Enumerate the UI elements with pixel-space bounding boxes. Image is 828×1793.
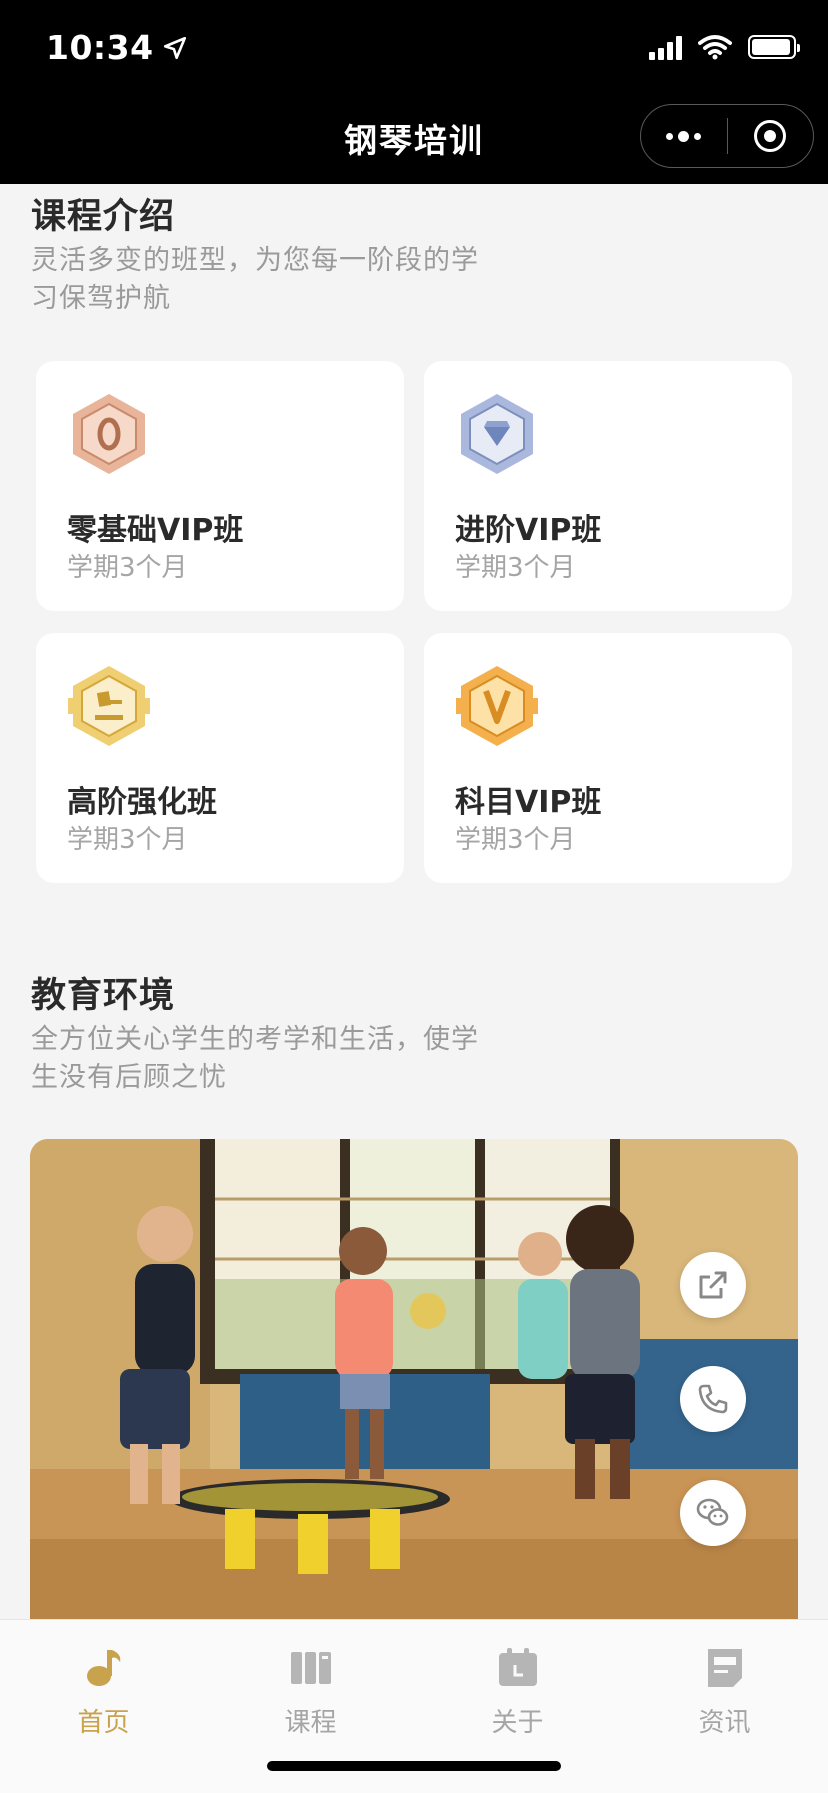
tab-label: 关于 xyxy=(491,1708,544,1738)
gavel-hexagon-icon xyxy=(68,666,150,746)
course-card-advanced[interactable]: 进阶VIP班 学期3个月 xyxy=(424,361,792,611)
course-term: 学期3个月 xyxy=(455,825,576,855)
course-name: 高阶强化班 xyxy=(67,785,217,820)
top-bar: 10:34 钢琴培训 xyxy=(0,0,828,184)
course-card-subject[interactable]: 科目VIP班 学期3个月 xyxy=(424,633,792,883)
course-name: 科目VIP班 xyxy=(455,785,602,820)
course-name: 进阶VIP班 xyxy=(455,513,602,548)
more-button[interactable] xyxy=(641,105,727,167)
course-term: 学期3个月 xyxy=(455,553,576,583)
environment-section-title: 教育环境 xyxy=(31,976,176,1016)
wechat-icon xyxy=(696,1498,729,1526)
signal-icon xyxy=(649,34,682,60)
books-icon xyxy=(290,1652,331,1684)
share-button[interactable] xyxy=(680,1252,746,1318)
environment-section-description: 全方位关心学生的考学和生活，使学生没有后顾之忧 xyxy=(31,1024,479,1093)
mini-program-capsule xyxy=(640,104,814,168)
more-dots-icon xyxy=(666,130,702,142)
tab-label: 课程 xyxy=(284,1708,337,1738)
battery-icon xyxy=(748,35,800,59)
course-name: 零基础VIP班 xyxy=(67,513,244,548)
music-note-icon xyxy=(86,1650,120,1686)
wechat-button[interactable] xyxy=(680,1480,746,1546)
course-card-high-level[interactable]: 高阶强化班 学期3个月 xyxy=(36,633,404,883)
news-icon xyxy=(707,1649,742,1687)
tab-label: 资讯 xyxy=(698,1708,751,1738)
tab-news[interactable]: 资讯 xyxy=(621,1632,828,1742)
wifi-icon xyxy=(698,35,732,60)
status-time-text: 10:34 xyxy=(46,28,154,67)
tab-courses[interactable]: 课程 xyxy=(207,1632,414,1742)
gym-scene-illustration xyxy=(30,1139,798,1619)
tab-about[interactable]: 关于 xyxy=(414,1632,621,1742)
zero-hexagon-icon xyxy=(73,394,145,474)
course-term: 学期3个月 xyxy=(67,553,188,583)
home-indicator[interactable] xyxy=(267,1761,561,1771)
status-indicators xyxy=(649,34,800,60)
diamond-hexagon-icon xyxy=(461,394,533,474)
tab-label: 首页 xyxy=(77,1708,130,1738)
calendar-icon xyxy=(498,1648,537,1686)
course-term: 学期3个月 xyxy=(67,825,188,855)
course-section-description: 灵活多变的班型，为您每一阶段的学习保驾护航 xyxy=(31,245,479,314)
v-hexagon-icon xyxy=(456,666,538,746)
course-section-title: 课程介绍 xyxy=(31,197,176,237)
status-time: 10:34 xyxy=(46,28,188,67)
close-miniprogram-button[interactable] xyxy=(728,105,814,167)
course-card-zero-basic[interactable]: 零基础VIP班 学期3个月 xyxy=(36,361,404,611)
share-icon xyxy=(699,1271,727,1299)
location-arrow-icon xyxy=(163,36,186,59)
phone-icon xyxy=(698,1384,728,1414)
phone-button[interactable] xyxy=(680,1366,746,1432)
tab-home[interactable]: 首页 xyxy=(0,1632,207,1742)
target-icon xyxy=(754,120,787,152)
environment-photo xyxy=(30,1139,798,1619)
